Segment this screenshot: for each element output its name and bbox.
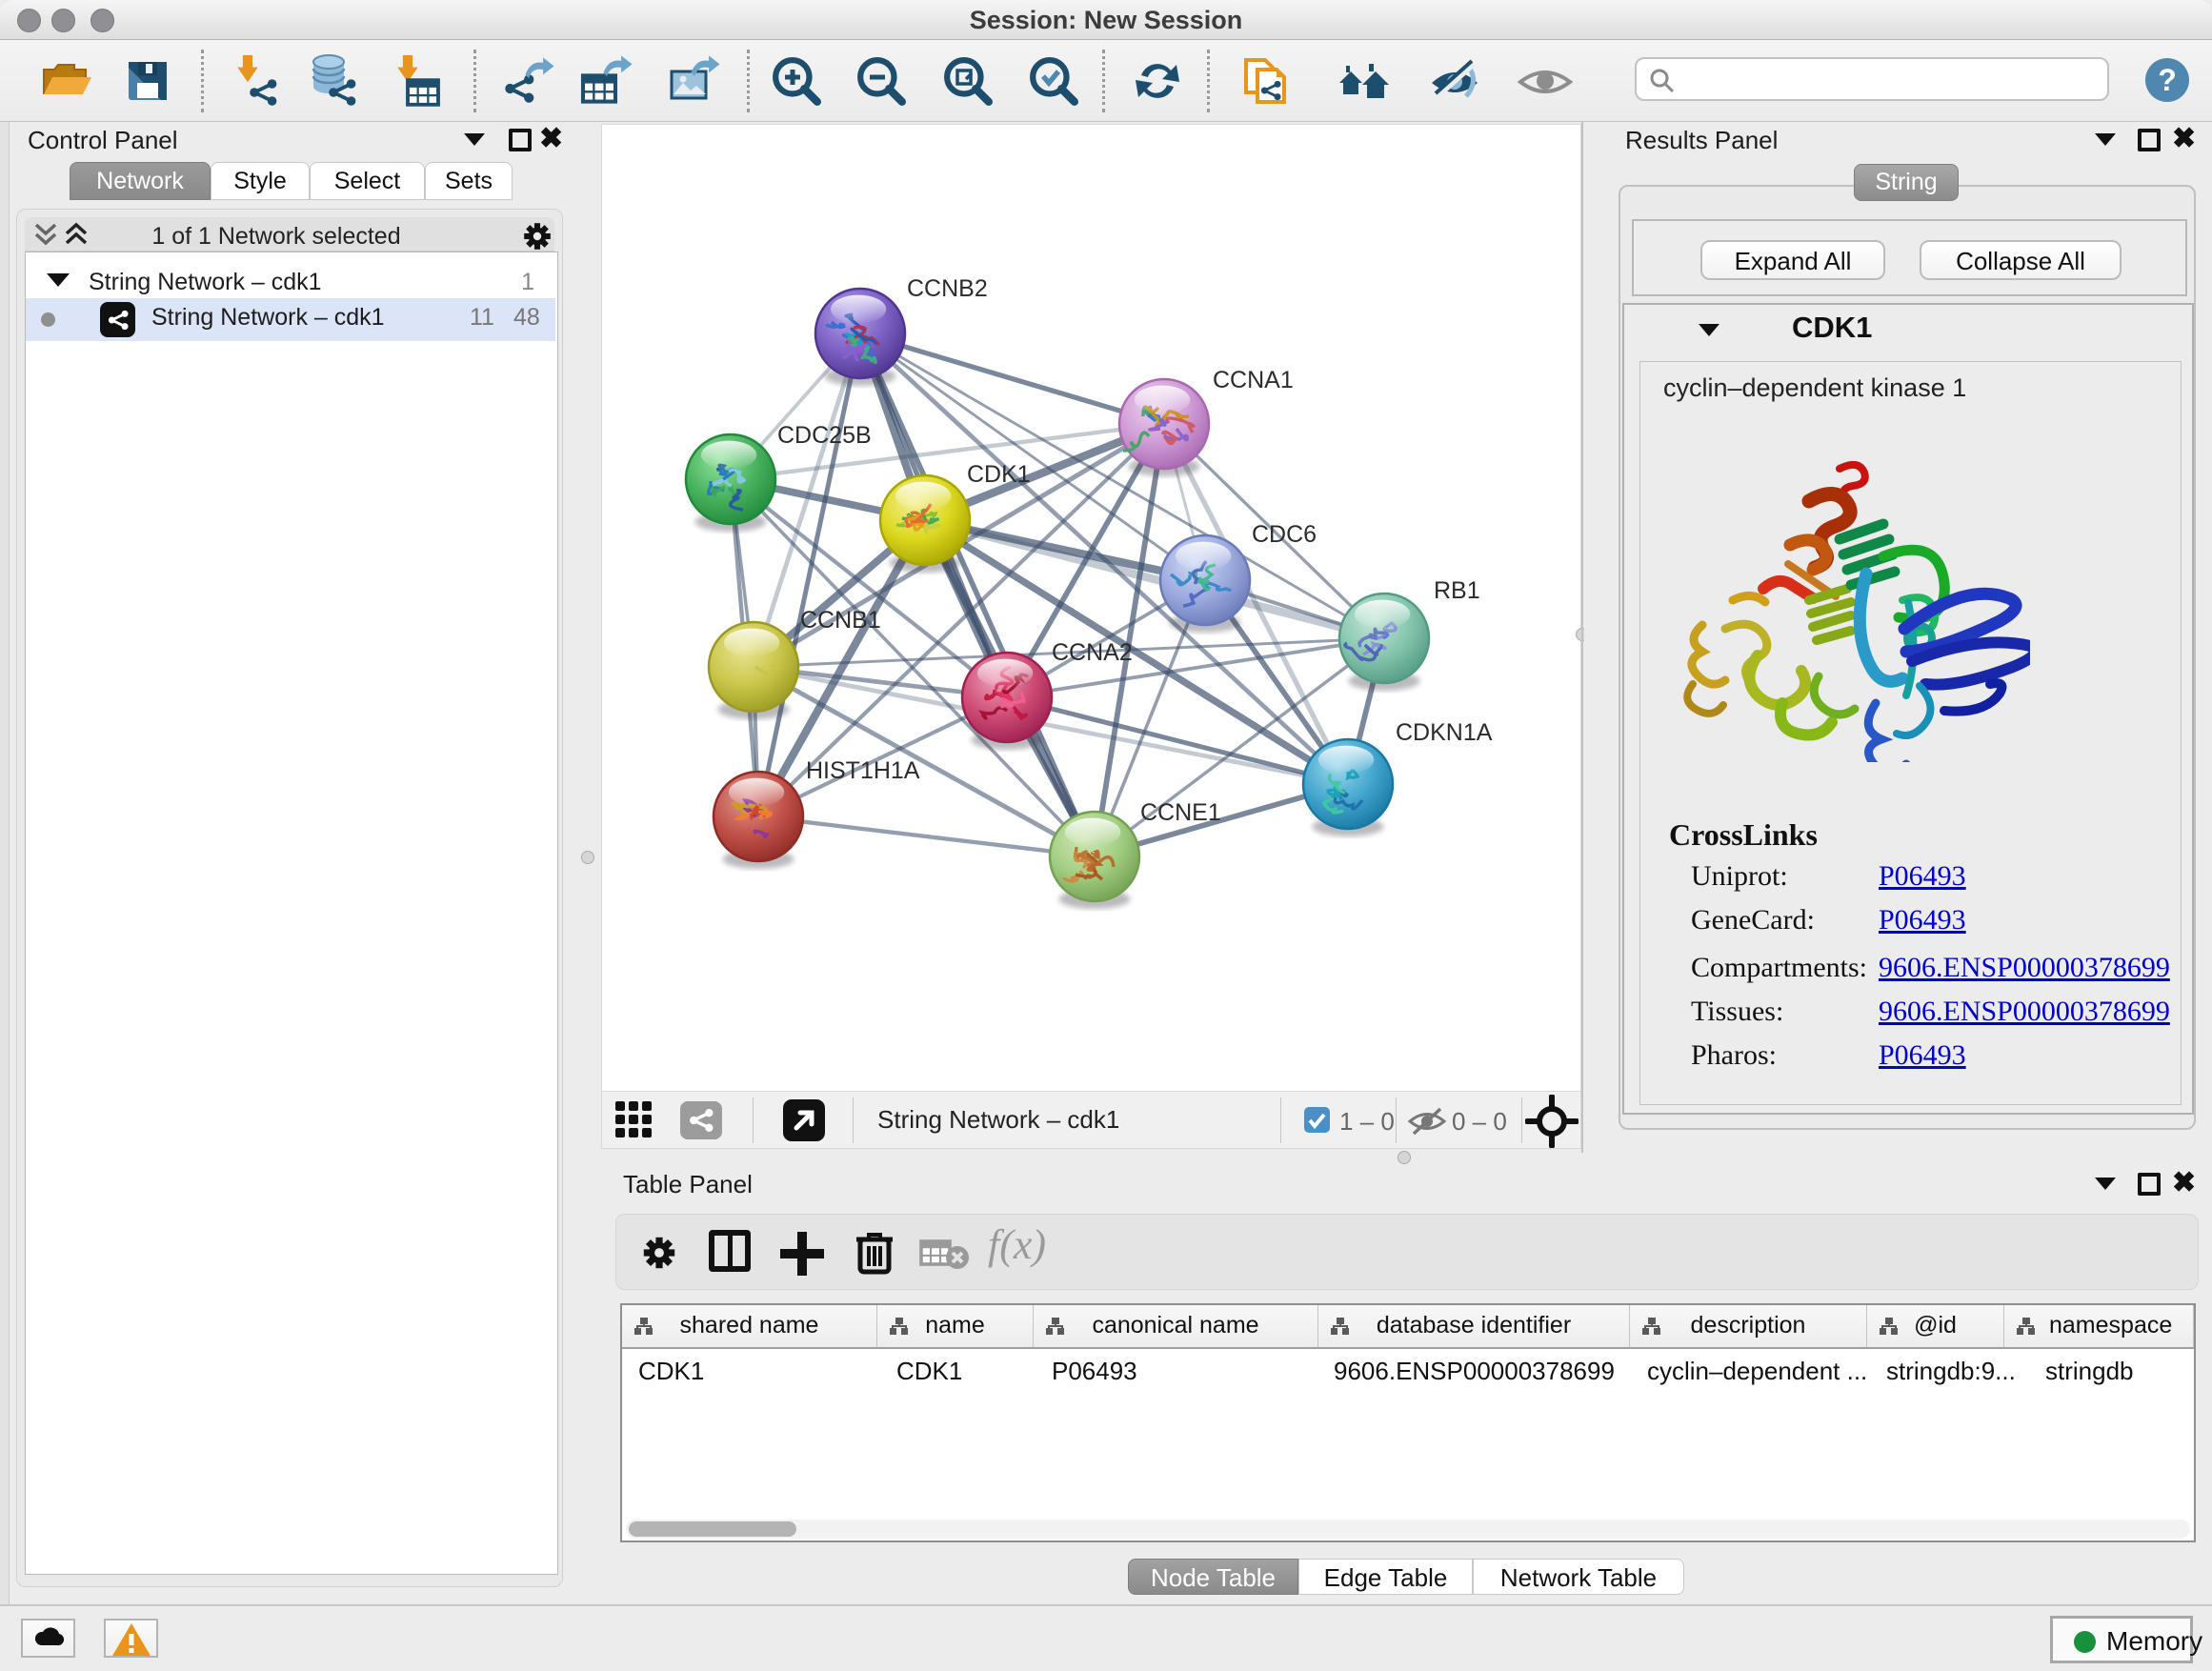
svg-text:CCNB2: CCNB2 bbox=[907, 275, 988, 302]
svg-text:RB1: RB1 bbox=[1434, 577, 1480, 604]
svg-text:CDKN1A: CDKN1A bbox=[1396, 719, 1493, 746]
svg-text:CDC6: CDC6 bbox=[1252, 521, 1317, 548]
svg-text:CCNE1: CCNE1 bbox=[1140, 799, 1221, 826]
svg-text:CCNA1: CCNA1 bbox=[1213, 367, 1294, 393]
svg-text:CDK1: CDK1 bbox=[967, 461, 1031, 488]
svg-text:CCNB1: CCNB1 bbox=[800, 607, 881, 634]
svg-text:HIST1H1A: HIST1H1A bbox=[806, 757, 920, 784]
svg-text:CCNA2: CCNA2 bbox=[1052, 639, 1133, 666]
svg-text:CDC25B: CDC25B bbox=[777, 422, 872, 449]
